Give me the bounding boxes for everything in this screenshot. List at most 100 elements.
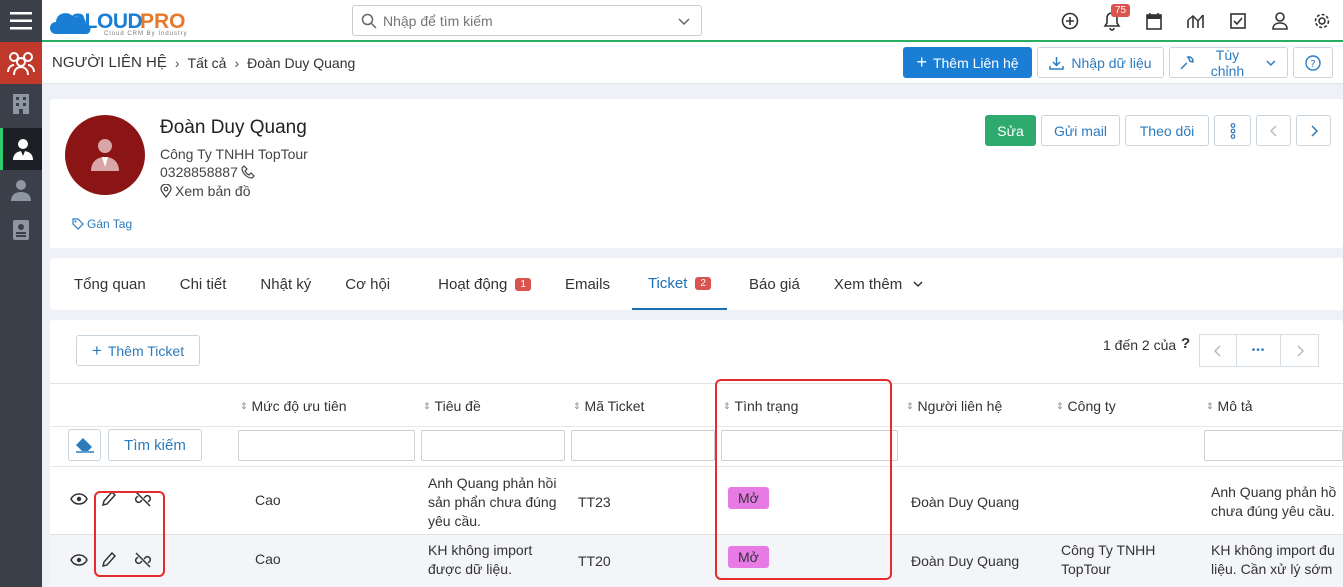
record-tabs: Tổng quan Chi tiết Nhật ký Cơ hội Hoạt đ…	[50, 258, 1343, 310]
eraser-icon	[75, 438, 94, 453]
sidebar-item-contacts-group[interactable]	[0, 42, 42, 84]
column-header-contact[interactable]: ⇕ Người liên hệ	[906, 397, 1002, 416]
send-mail-button[interactable]: Gửi mail	[1041, 115, 1120, 146]
import-data-button[interactable]: Nhập dữ liệu	[1037, 47, 1164, 78]
follow-button[interactable]: Theo dõi	[1125, 115, 1209, 146]
sort-icon: ⇕	[573, 401, 581, 411]
download-icon	[1049, 56, 1065, 70]
tag-icon	[72, 218, 84, 230]
edit-button[interactable]: Sửa	[985, 115, 1036, 146]
calendar-button[interactable]	[1133, 0, 1175, 42]
tab-ticket[interactable]: Ticket 2	[631, 258, 727, 310]
top-icon-bar: 75	[1049, 0, 1343, 42]
filter-ticket-code-input[interactable]	[571, 430, 715, 461]
next-record-button[interactable]	[1296, 115, 1331, 146]
sort-icon: ⇕	[240, 401, 248, 411]
sidebar-item-leads[interactable]	[0, 170, 42, 210]
row2-title[interactable]: KH không import được dữ liệu.	[428, 541, 532, 579]
add-ticket-button[interactable]: + Thêm Ticket	[76, 335, 200, 366]
menu-toggle-button[interactable]	[0, 0, 42, 42]
clear-filter-button[interactable]	[68, 429, 101, 461]
tab-activities[interactable]: Hoạt động 1	[426, 258, 543, 310]
ticket-panel: + Thêm Ticket 1 đến 2 của ? ••• ⇕ Mức độ …	[50, 320, 1343, 587]
chevron-right-icon: ›	[234, 54, 240, 71]
sort-icon: ⇕	[1206, 401, 1214, 411]
filter-description-input[interactable]	[1204, 430, 1343, 461]
prev-page-button[interactable]	[1199, 334, 1237, 367]
sort-icon: ⇕	[423, 401, 431, 411]
sidebar-item-contact-card[interactable]	[0, 210, 42, 250]
row2-description: KH không import đu liệu. Cần xử lý sớm	[1211, 542, 1335, 577]
add-contact-button[interactable]: + Thêm Liên hệ	[903, 47, 1032, 78]
table-row[interactable]	[50, 467, 1343, 535]
column-header-description[interactable]: ⇕ Mô tả	[1206, 397, 1253, 416]
top-navbar: CLOUD PRO Cloud CRM By Industry 75	[42, 0, 1343, 42]
row1-title[interactable]: Anh Quang phản hồi sản phẩn chưa đúng yê…	[428, 474, 556, 531]
gear-icon	[1314, 13, 1330, 29]
tab-overview[interactable]: Tổng quan	[62, 258, 158, 310]
row2-contact[interactable]: Đoàn Duy Quang	[911, 552, 1019, 571]
column-header-company[interactable]: ⇕ Công ty	[1056, 397, 1116, 416]
view-map-link[interactable]: Xem bản đồ	[160, 183, 251, 199]
global-search[interactable]	[352, 5, 702, 36]
notifications-button[interactable]: 75	[1091, 0, 1133, 42]
eye-icon[interactable]	[70, 493, 88, 505]
checkbox-icon	[1230, 13, 1246, 29]
tab-opportunities[interactable]: Cơ hội	[333, 258, 402, 310]
breadcrumb-bar: NGƯỜI LIÊN HỆ › Tất cả › Đoàn Duy Quang …	[42, 42, 1343, 84]
tab-emails[interactable]: Emails	[553, 258, 622, 310]
sidebar-item-contacts[interactable]	[0, 128, 42, 170]
column-header-title[interactable]: ⇕ Tiêu đề	[423, 397, 481, 416]
status-column-highlight	[715, 379, 892, 580]
search-filter-button[interactable]: Tìm kiếm	[108, 429, 202, 461]
tasks-button[interactable]	[1217, 0, 1259, 42]
user-icon	[1272, 12, 1288, 30]
breadcrumb-module[interactable]: NGƯỜI LIÊN HỆ	[52, 54, 167, 71]
assign-tag-link[interactable]: Gán Tag	[72, 217, 132, 231]
row-actions-highlight	[94, 491, 165, 577]
search-input[interactable]	[383, 12, 701, 29]
building-icon	[13, 94, 29, 114]
more-actions-button[interactable]	[1214, 115, 1251, 146]
column-header-ticket-code[interactable]: ⇕ Mã Ticket	[573, 397, 644, 416]
ticket-count-badge: 2	[695, 276, 711, 290]
contact-company[interactable]: Công Ty TNHH TopTour	[160, 146, 308, 162]
tab-details[interactable]: Chi tiết	[168, 258, 239, 310]
filter-priority-input[interactable]	[238, 430, 415, 461]
user-profile-button[interactable]	[1259, 0, 1301, 42]
cloudpro-logo[interactable]: CLOUD PRO Cloud CRM By Industry	[48, 4, 203, 38]
help-button[interactable]: ?	[1293, 47, 1333, 78]
chevron-left-icon	[1213, 344, 1221, 357]
tab-quotes[interactable]: Báo giá	[737, 258, 812, 310]
chevron-left-icon	[1269, 124, 1277, 137]
tab-more[interactable]: Xem thêm	[822, 258, 936, 310]
previous-record-button[interactable]	[1256, 115, 1291, 146]
tab-history[interactable]: Nhật ký	[248, 258, 323, 310]
customize-button[interactable]: Tùy chỉnh	[1169, 47, 1288, 79]
row2-company[interactable]: Công Ty TNHH TopTour	[1061, 541, 1155, 579]
chevron-right-icon: ›	[174, 54, 180, 71]
sidebar-item-organizations[interactable]	[0, 84, 42, 124]
row2-ticket-code: TT20	[578, 553, 611, 569]
sort-icon: ⇕	[1056, 401, 1064, 411]
contact-phone[interactable]: 0328858887	[160, 164, 238, 180]
wrench-icon	[1180, 55, 1194, 69]
next-page-button[interactable]	[1281, 334, 1319, 367]
filter-title-input[interactable]	[421, 430, 565, 461]
breadcrumb-all[interactable]: Tất cả	[188, 55, 227, 71]
search-icon	[361, 13, 377, 29]
chevron-right-icon	[1310, 124, 1318, 137]
page-jump-button[interactable]: •••	[1237, 334, 1281, 367]
pagination-help-icon[interactable]: ?	[1181, 335, 1190, 352]
settings-button[interactable]	[1301, 0, 1343, 42]
chevron-down-icon[interactable]	[677, 14, 691, 28]
column-header-priority[interactable]: ⇕ Mức độ ưu tiên	[240, 397, 347, 416]
reports-button[interactable]	[1175, 0, 1217, 42]
row1-description: Anh Quang phản hồ chưa đúng yêu cầu.	[1211, 484, 1337, 519]
tabs-card: Tổng quan Chi tiết Nhật ký Cơ hội Hoạt đ…	[50, 258, 1343, 310]
quick-create-button[interactable]	[1049, 0, 1091, 42]
phone-icon[interactable]	[241, 165, 255, 179]
eye-icon[interactable]	[70, 554, 88, 566]
calendar-icon	[1146, 13, 1162, 30]
row1-contact[interactable]: Đoàn Duy Quang	[911, 493, 1019, 512]
